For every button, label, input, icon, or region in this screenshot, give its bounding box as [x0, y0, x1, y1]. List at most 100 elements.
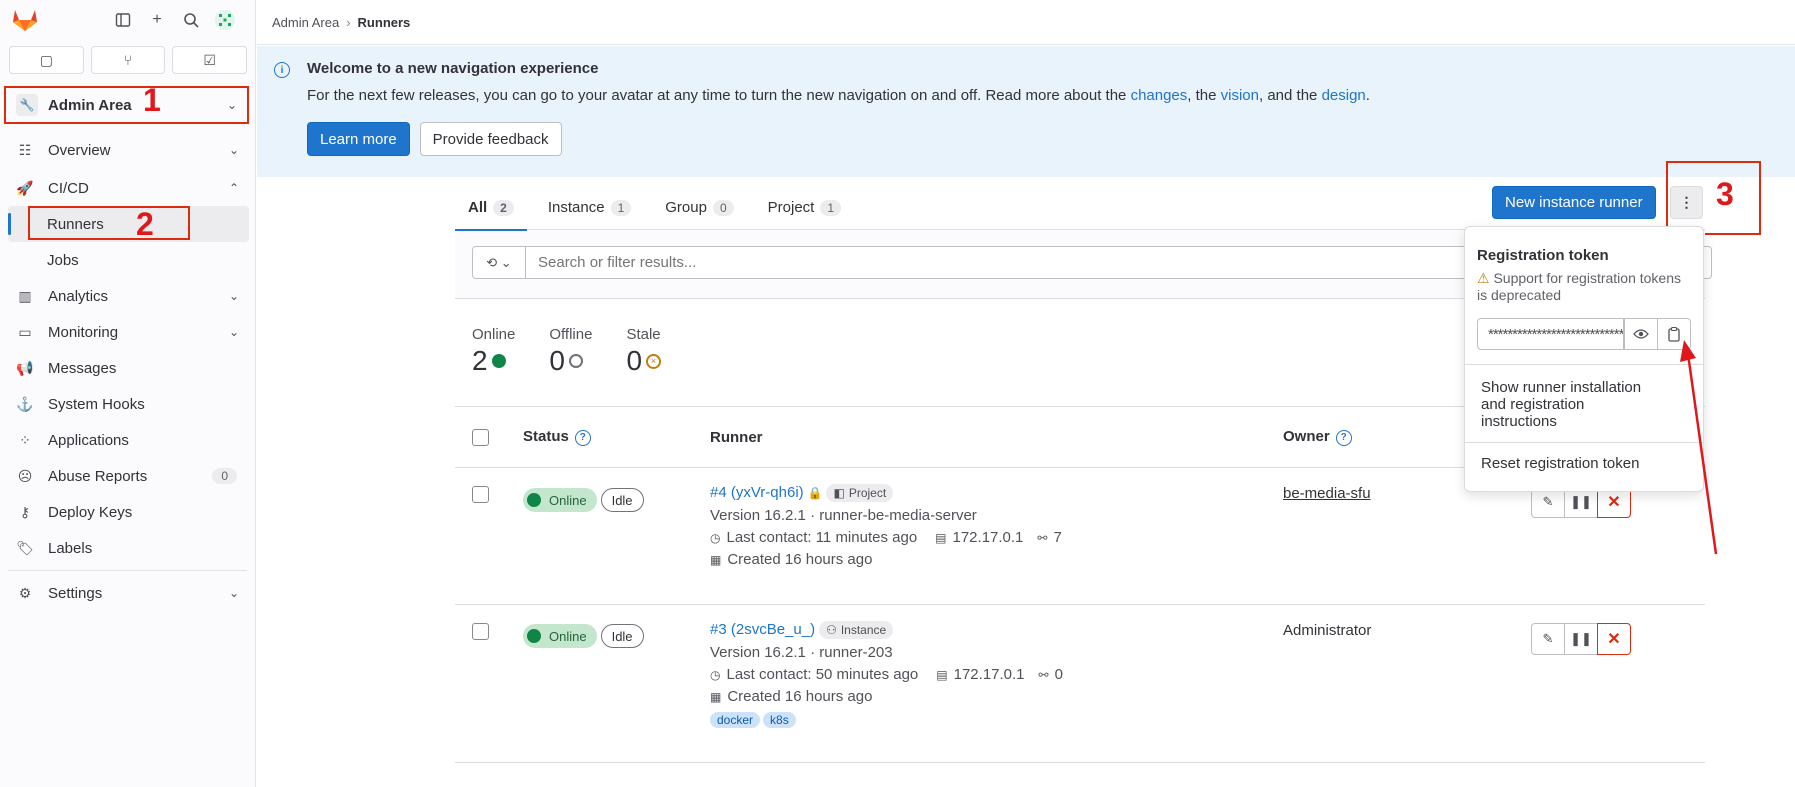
- sidebar-divider: [8, 570, 247, 571]
- warning-text: Support for registration tokens is depre…: [1477, 270, 1681, 303]
- stat-label: Stale: [626, 326, 661, 343]
- header-status: Status?: [523, 428, 591, 446]
- sidebar-item-label: System Hooks: [48, 395, 145, 413]
- chevron-down-icon: ⌄: [228, 325, 239, 339]
- plus-icon[interactable]: +: [145, 8, 169, 32]
- sidebar-item-label: CI/CD: [48, 179, 89, 197]
- runner-info: #4 (yxVr-qh6i) 🔒 ◧ Project Version 16.2.1 …: [710, 484, 1062, 568]
- history-icon[interactable]: ⟲ ⌄: [473, 247, 526, 278]
- runner-link[interactable]: #4 (yxVr-qh6i): [710, 484, 804, 501]
- banner-text: For the next few releases, you can go to…: [307, 87, 1795, 104]
- tab-project[interactable]: Project 1: [755, 185, 854, 230]
- edit-pencil-icon[interactable]: ✎: [1531, 623, 1565, 655]
- tag-badge[interactable]: k8s: [763, 712, 796, 728]
- navigation-banner: i Welcome to a new navigation experience…: [257, 46, 1795, 177]
- ip-icon: ▤: [935, 531, 947, 545]
- select-all-checkbox[interactable]: [472, 428, 489, 446]
- rocket-icon: 🚀: [16, 179, 34, 196]
- issues-counter[interactable]: ▢: [9, 46, 84, 74]
- calendar-icon: ▦: [710, 690, 722, 704]
- table-row: Online Idle #3 (2svcBe_u_) ⚇ Instance Vers…: [455, 605, 1705, 763]
- learn-more-button[interactable]: Learn more: [307, 122, 410, 156]
- type-label: Project: [848, 486, 887, 500]
- calendar-icon: ▦: [710, 553, 722, 567]
- bullhorn-icon: 📢: [16, 359, 34, 376]
- issues-icon: ▢: [39, 51, 53, 68]
- owner-text: Administrator: [1283, 622, 1372, 639]
- vision-link[interactable]: vision: [1221, 87, 1259, 104]
- sidebar-item-label: Overview: [48, 141, 111, 159]
- sidebar-item-deploy-keys[interactable]: ⚷ Deploy Keys: [0, 494, 255, 530]
- sidebar-item-abuse-reports[interactable]: ☹ Abuse Reports 0: [0, 458, 255, 494]
- design-link[interactable]: design: [1322, 87, 1366, 104]
- banner-text-part: For the next few releases, you can go to…: [307, 87, 1131, 104]
- token-value[interactable]: ****************************: [1478, 319, 1624, 349]
- header-runner: Runner: [710, 428, 763, 446]
- sidebar-item-monitoring[interactable]: ▭ Monitoring ⌄: [0, 314, 255, 350]
- help-icon[interactable]: ?: [574, 429, 591, 446]
- show-instructions-item[interactable]: Show runner installation and registratio…: [1465, 365, 1703, 442]
- merge-request-icon: ⑂: [123, 52, 133, 68]
- provide-feedback-button[interactable]: Provide feedback: [419, 122, 562, 156]
- stat-value: 0: [549, 345, 565, 376]
- sidebar-item-cicd[interactable]: 🚀 CI/CD ⌃: [0, 170, 255, 206]
- token-field: ****************************: [1477, 318, 1691, 350]
- sidebar-item-labels[interactable]: 🏷 Labels: [0, 530, 255, 566]
- owner-link[interactable]: be-media-sfu: [1283, 485, 1371, 502]
- sidebar-item-system-hooks[interactable]: ⚓ System Hooks: [0, 386, 255, 422]
- tab-all[interactable]: All 2: [455, 185, 527, 231]
- row-actions: ✎ ❚❚ ✕: [1531, 623, 1631, 655]
- avatar[interactable]: [213, 8, 237, 32]
- tab-instance[interactable]: Instance 1: [535, 185, 644, 230]
- context-label: Admin Area: [48, 96, 132, 114]
- todos-counter[interactable]: ☑: [172, 46, 248, 74]
- anchor-icon: ⚓: [16, 395, 34, 412]
- sidebar-item-jobs[interactable]: Jobs: [0, 242, 255, 278]
- sidebar-item-runners[interactable]: Runners 2: [8, 206, 249, 242]
- breadcrumb-admin-area[interactable]: Admin Area: [272, 15, 339, 30]
- header-label: Owner: [1283, 428, 1330, 446]
- runner-contact: ◷ Last contact: 11 minutes ago ▤ 172.17.0.1…: [710, 529, 1062, 546]
- tag-badge[interactable]: docker: [710, 712, 761, 728]
- sidebar-counters: ▢ ⑂ ☑: [0, 40, 255, 78]
- annotation-box-2: [28, 206, 190, 240]
- row-status: Online Idle: [523, 488, 644, 512]
- collapse-sidebar-icon[interactable]: [111, 8, 135, 32]
- new-instance-runner-button[interactable]: New instance runner: [1492, 186, 1656, 219]
- sidebar-item-settings[interactable]: ⚙ Settings ⌄: [0, 575, 255, 611]
- sidebar-item-label: Settings: [48, 584, 103, 602]
- row-checkbox[interactable]: [472, 486, 489, 503]
- tab-count: 2: [493, 199, 514, 216]
- deprecation-warning: ⚠ Support for registration tokens is dep…: [1465, 264, 1703, 304]
- eye-icon[interactable]: [1624, 319, 1657, 349]
- sidebar-item-messages[interactable]: 📢 Messages: [0, 350, 255, 386]
- sidebar-item-overview[interactable]: ☷ Overview ⌄: [0, 132, 255, 168]
- stat-label: Online: [472, 326, 516, 343]
- merge-requests-counter[interactable]: ⑂: [90, 46, 166, 74]
- runner-link[interactable]: #3 (2svcBe_u_): [710, 621, 815, 638]
- status-badge: Online: [523, 624, 597, 648]
- sidebar-item-label: Labels: [48, 539, 93, 557]
- breadcrumb-current[interactable]: Runners: [358, 15, 411, 30]
- stat-offline: Offline 0: [549, 326, 592, 377]
- tab-group[interactable]: Group 0: [652, 185, 746, 230]
- annotation-1: 1: [143, 82, 161, 118]
- pause-icon[interactable]: ❚❚: [1564, 623, 1598, 655]
- breadcrumb-separator-icon: ›: [346, 14, 351, 30]
- help-icon[interactable]: ?: [1335, 429, 1352, 446]
- row-checkbox[interactable]: [472, 623, 489, 640]
- runner-created: ▦ Created 16 hours ago: [710, 551, 1062, 568]
- sidebar-item-analytics[interactable]: ▥ Analytics ⌄: [0, 278, 255, 314]
- key-icon: ⚷: [19, 503, 31, 520]
- banner-title: Welcome to a new navigation experience: [307, 60, 599, 77]
- sidebar-item-applications[interactable]: ⁘ Applications: [0, 422, 255, 458]
- search-icon[interactable]: [179, 8, 203, 32]
- context-switcher[interactable]: 🔧 Admin Area 1 ⌄: [4, 82, 249, 124]
- breadcrumb: Admin Area › Runners: [257, 0, 1795, 45]
- reset-token-item[interactable]: Reset registration token: [1465, 443, 1703, 472]
- lock-icon: 🔒: [807, 486, 823, 500]
- gitlab-logo-icon[interactable]: [10, 5, 40, 35]
- delete-close-icon[interactable]: ✕: [1597, 623, 1631, 655]
- last-contact: Last contact: 50 minutes ago: [726, 666, 919, 683]
- changes-link[interactable]: changes: [1131, 87, 1188, 104]
